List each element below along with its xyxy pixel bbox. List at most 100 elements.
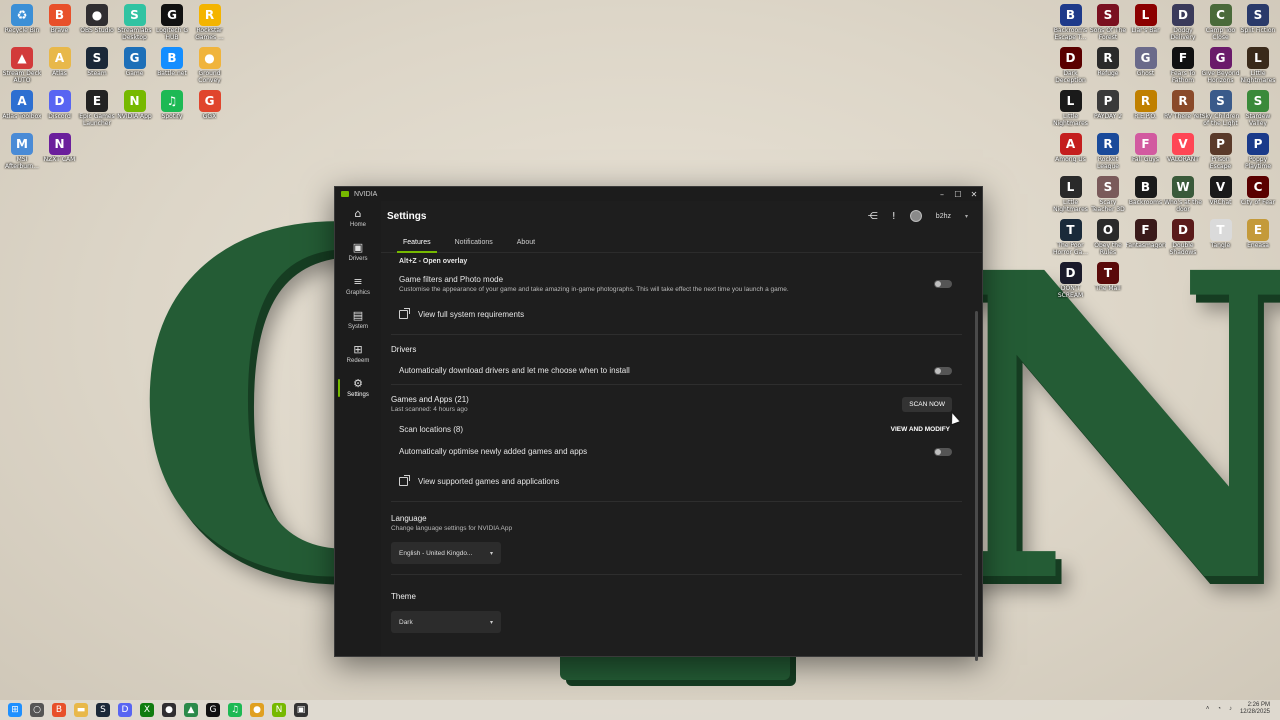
desktop-icon[interactable]: S Sons Of The Forest — [1088, 2, 1128, 42]
desktop-icon[interactable]: R Refuge — [1088, 45, 1128, 85]
nzxt-icon[interactable]: ▣ — [294, 703, 308, 717]
desktop-icon[interactable]: S Sky Children of the Light — [1201, 88, 1241, 128]
desktop-icon[interactable]: G GGX — [190, 88, 230, 128]
minimize-button[interactable]: – — [934, 190, 950, 199]
desktop-icon[interactable]: B Brave — [40, 2, 80, 42]
sidebar-item-home[interactable]: ⌂ Home — [335, 201, 381, 235]
desktop-icon[interactable]: N NZXT CAM — [40, 131, 80, 171]
sidebar-item-system[interactable]: ▤ System — [335, 303, 381, 337]
desktop-icon[interactable]: LLittle Nightmares III — [1051, 174, 1091, 214]
desktop-icon[interactable]: D DON'T SCREAM — [1051, 260, 1091, 300]
desktop-icon[interactable]: S Streamlabs Desktop — [115, 2, 155, 42]
desktop-icon[interactable]: G Game — [115, 45, 155, 85]
desktop-icon[interactable]: R Rockstar Games ... — [190, 2, 230, 42]
sidebar-item-settings[interactable]: ⚙ Settings — [335, 371, 381, 405]
discord-icon[interactable]: D — [118, 703, 132, 717]
app-icon[interactable]: ● — [250, 703, 264, 717]
username[interactable]: b2hz — [936, 213, 951, 220]
desktop-icon[interactable]: D Dodgy Delivery — [1163, 2, 1203, 42]
desktop-icon[interactable]: T The Mall — [1088, 260, 1128, 300]
desktop-icon[interactable]: E Eneasa — [1238, 217, 1278, 257]
desktop-icon[interactable]: G Ghost — [1126, 45, 1166, 85]
desktop-icon[interactable]: P PAYDAY 2 — [1088, 88, 1128, 128]
close-button[interactable]: ✕ — [966, 190, 982, 199]
desktop-icon[interactable]: P Poppy Playtime — [1238, 131, 1278, 171]
maximize-button[interactable]: ☐ — [950, 190, 966, 199]
search-icon[interactable]: ○ — [30, 703, 44, 717]
desktop-icon[interactable]: P Prison Escape — [1201, 131, 1241, 171]
sidebar-item-drivers[interactable]: ▣ Drivers — [335, 235, 381, 269]
desktop-icon[interactable]: A Atlas — [40, 45, 80, 85]
language-select[interactable]: English - United Kingdo... ▾ — [391, 542, 501, 564]
desktop-icon[interactable]: N NVIDIA App — [115, 88, 155, 128]
app-icon[interactable]: ▲ — [184, 703, 198, 717]
desktop-icon[interactable]: B Backrooms Escape T... — [1051, 2, 1091, 42]
desktop-icon[interactable]: S Stardew Valley — [1238, 88, 1278, 128]
desktop-icon[interactable]: L Liar's Bar — [1126, 2, 1166, 42]
auto-optimise-toggle[interactable] — [934, 447, 952, 456]
desktop-icon[interactable]: ▲ Stream Deck AUTO — [2, 45, 42, 85]
desktop-icon[interactable]: F Fears To Fathom — [1163, 45, 1203, 85]
clock[interactable]: 2:26 PM 12/28/2025 — [1240, 702, 1270, 716]
desktop-icon[interactable]: R R.E.P.O. — [1126, 88, 1166, 128]
nvidia-icon[interactable]: N — [272, 703, 286, 717]
spotify-icon[interactable]: ♫ — [228, 703, 242, 717]
desktop-icon[interactable]: C City of Fear — [1238, 174, 1278, 214]
desktop-icon[interactable]: V VALORANT — [1163, 131, 1203, 171]
view-and-modify-button[interactable]: VIEW AND MODIFY — [891, 426, 950, 433]
obs-icon[interactable]: ● — [162, 703, 176, 717]
desktop-icon[interactable]: A Among Us — [1051, 131, 1091, 171]
desktop-icon[interactable]: M MSI Afterburn... — [2, 131, 42, 171]
desktop-icon[interactable]: D Dark Deception — [1051, 45, 1091, 85]
desktop-icon[interactable]: R Rocket League — [1088, 131, 1128, 171]
desktop-icon[interactable]: ● Ground Convey — [190, 45, 230, 85]
network-icon[interactable]: ◔ — [1217, 706, 1221, 712]
title-bar[interactable]: NVIDIA – ☐ ✕ — [335, 187, 982, 201]
tab-about[interactable]: About — [505, 239, 547, 252]
desktop-icon[interactable]: A Atlas Toolbox — [2, 88, 42, 128]
desktop-icon[interactable]: W Who's at the door — [1163, 174, 1203, 214]
desktop-icon[interactable]: D Discord — [40, 88, 80, 128]
tab-features[interactable]: Features — [391, 239, 443, 253]
game-filters-toggle[interactable] — [934, 280, 952, 288]
auto-download-drivers-toggle[interactable] — [934, 366, 952, 375]
sidebar-item-graphics[interactable]: ≡ Graphics — [335, 269, 381, 303]
system-requirements-link[interactable]: View full system requirements — [391, 308, 962, 319]
scan-now-button[interactable]: SCAN NOW — [902, 396, 952, 412]
desktop-icon[interactable]: G Give Beyond Horizons — [1201, 45, 1241, 85]
brave-icon[interactable]: B — [52, 703, 66, 717]
desktop-icon[interactable]: ♫ Spotify — [152, 88, 192, 128]
desktop-icon[interactable]: C Camp Too Close — [1201, 2, 1241, 42]
desktop-icon[interactable]: F Fantasmagoria — [1126, 217, 1166, 257]
desktop-icon[interactable]: L Little Nightmares — [1238, 45, 1278, 85]
chevron-up-icon[interactable]: ˄ — [1206, 706, 1210, 712]
scrollbar[interactable] — [975, 311, 978, 661]
desktop-icon[interactable]: S Steam — [77, 45, 117, 85]
theme-select[interactable]: Dark ▾ — [391, 611, 501, 633]
desktop-icon[interactable]: E Epic Games Launcher — [77, 88, 117, 128]
desktop-icon[interactable]: T Tangle — [1201, 217, 1241, 257]
desktop-icon[interactable]: ♻ Recycle Bin — [2, 2, 42, 42]
supported-games-link[interactable]: View supported games and applications — [391, 475, 962, 486]
ghub-icon[interactable]: G — [206, 703, 220, 717]
sidebar-item-redeem[interactable]: ⊞ Redeem — [335, 337, 381, 371]
avatar[interactable] — [909, 210, 922, 222]
desktop-icon[interactable]: S Split Fiction — [1238, 2, 1278, 42]
desktop-icon[interactable]: ● OBS Studio — [77, 2, 117, 42]
desktop-icon[interactable]: T The Poor Horror Ga... — [1051, 217, 1091, 257]
desktop-icon[interactable]: B Backrooms — [1126, 174, 1166, 214]
desktop-icon[interactable]: O Obey the Rules — [1088, 217, 1128, 257]
desktop-icon[interactable]: R RV There Yet — [1163, 88, 1203, 128]
desktop-icon[interactable]: B Battle.net — [152, 45, 192, 85]
windows-start-icon[interactable]: ⊞ — [8, 703, 22, 717]
desktop-icon[interactable]: G Logitech G HUB — [152, 2, 192, 42]
share-icon[interactable]: ⋲ — [868, 211, 878, 222]
volume-icon[interactable]: ♪ — [1229, 706, 1232, 712]
xbox-icon[interactable]: X — [140, 703, 154, 717]
desktop-icon[interactable]: F Fall Guys — [1126, 131, 1166, 171]
desktop-icon[interactable]: V VRChat — [1201, 174, 1241, 214]
feedback-icon[interactable]: ! — [892, 211, 896, 222]
settings-content[interactable]: Alt+Z - Open overlay Game filters and Ph… — [381, 253, 972, 656]
desktop-icon[interactable]: D Double Shadows — [1163, 217, 1203, 257]
steam-icon[interactable]: S — [96, 703, 110, 717]
